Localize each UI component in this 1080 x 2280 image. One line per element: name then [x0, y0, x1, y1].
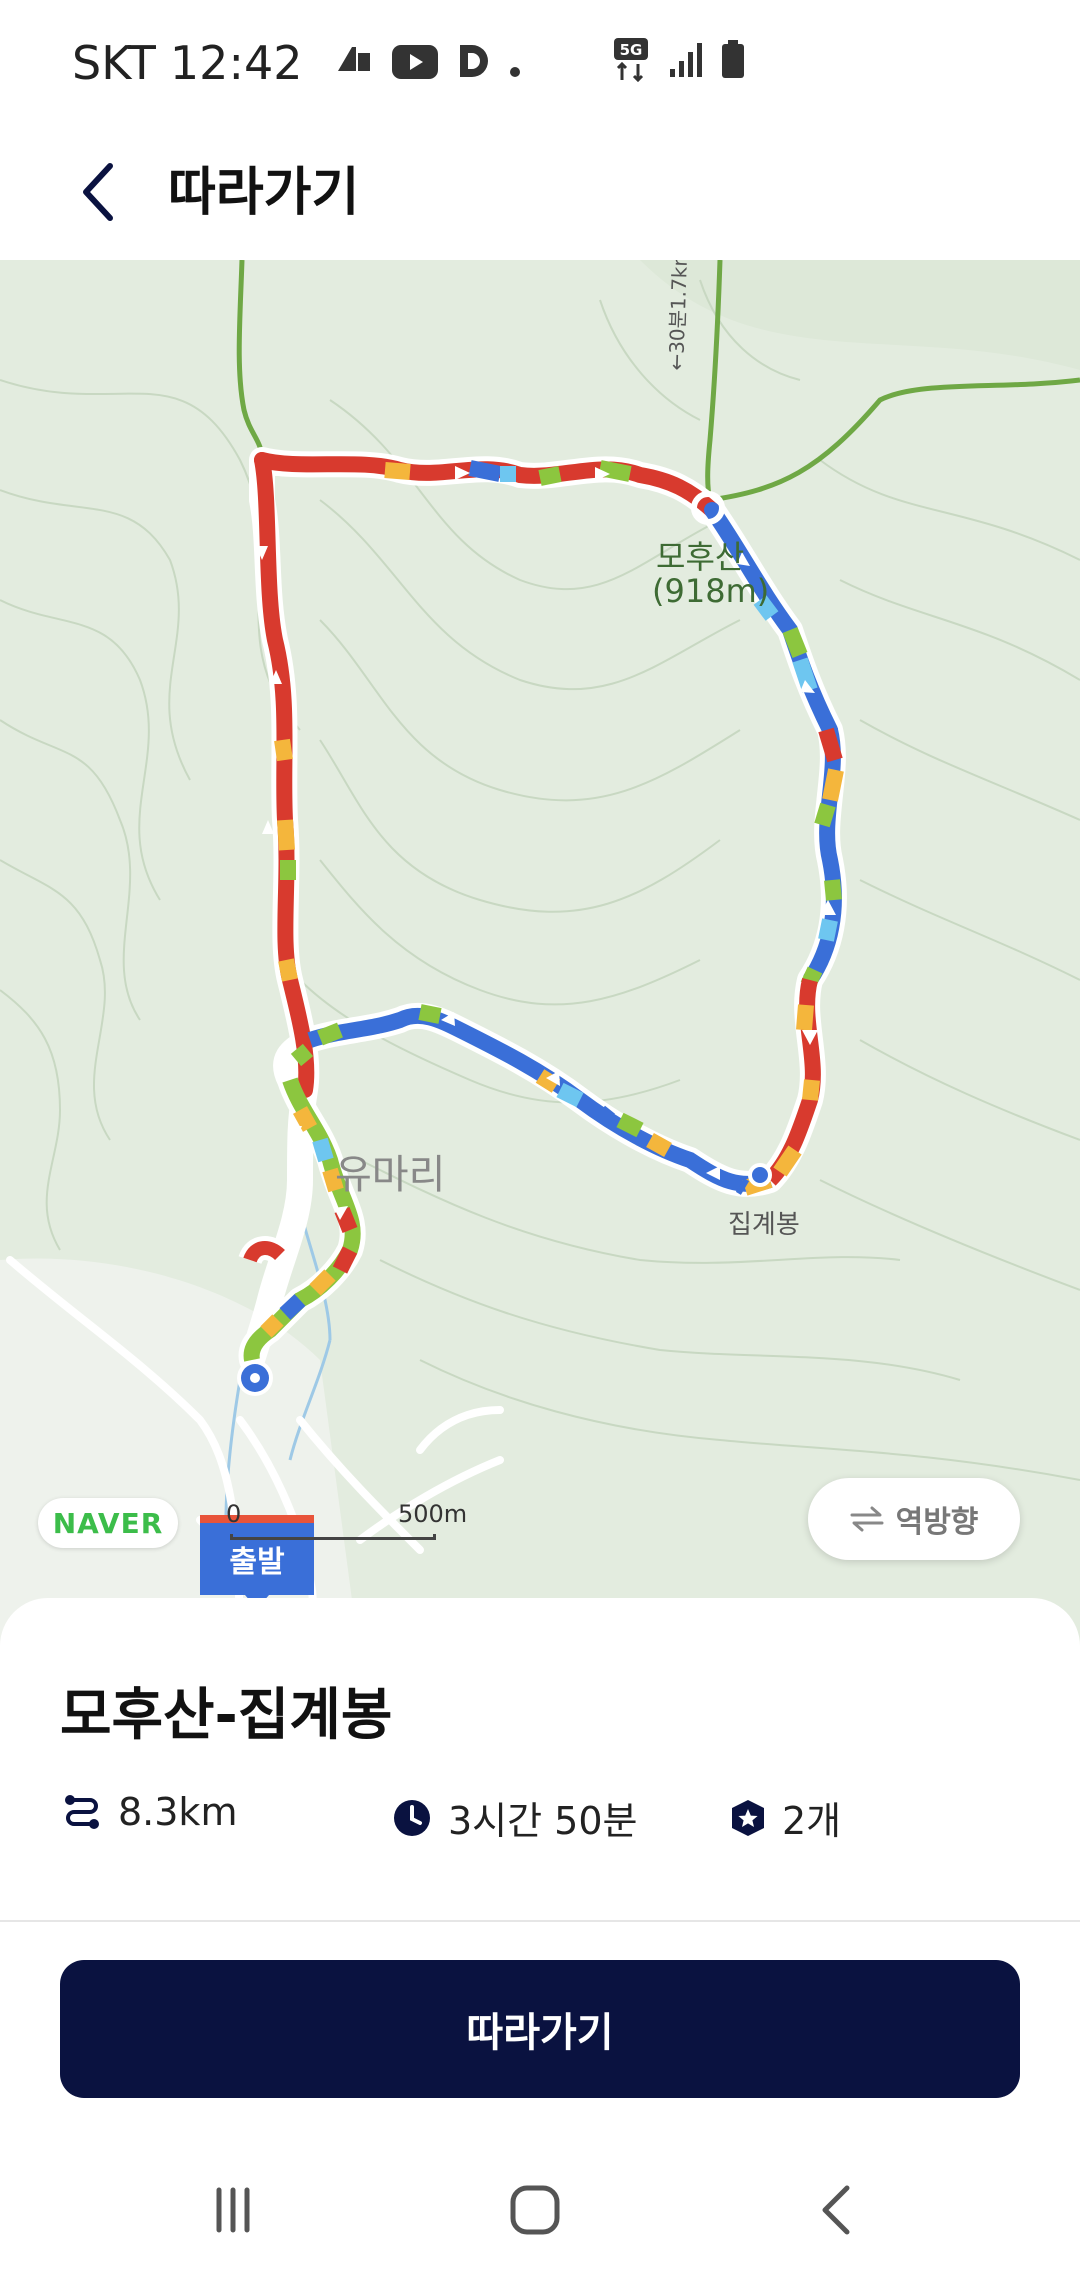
follow-button[interactable]: 따라가기: [60, 1960, 1020, 2098]
carrier-name: SKT: [72, 36, 156, 90]
status-bar: SKT 12:42 5G: [0, 0, 1080, 125]
start-marker-label[interactable]: 출발: [200, 1515, 314, 1595]
naver-logo: NAVER: [38, 1498, 178, 1548]
back-arrow-icon: [822, 2185, 850, 2235]
route-map[interactable]: 모후산 (918m) 집계봉 유마리 ←30분1.7km 출발 NAVER 0 …: [0, 260, 1080, 1660]
app-notification-icon: [334, 36, 374, 90]
distance-value: 8.3km: [118, 1790, 238, 1834]
network-5g-icon: 5G: [612, 38, 652, 86]
reverse-direction-button[interactable]: 역방향: [808, 1478, 1020, 1560]
system-back-button[interactable]: [797, 2170, 877, 2250]
map-canvas: [0, 260, 1080, 1660]
duration-value: 3시간 50분: [448, 1799, 638, 1843]
duration-stat: 3시간 50분: [392, 1790, 638, 1845]
summit-name-label: 집계봉: [728, 1210, 800, 1240]
home-button[interactable]: [495, 2170, 575, 2250]
page-title: 따라가기: [168, 163, 360, 223]
scale-end-label: 500m: [398, 1500, 468, 1528]
system-nav-bar: [0, 2140, 1080, 2280]
reverse-direction-label: 역방향: [895, 1505, 979, 1540]
badge-star-icon: [732, 1799, 764, 1836]
signal-icon: [668, 41, 704, 83]
battery-icon: [720, 40, 746, 84]
clock: 12:42: [169, 36, 303, 90]
youtube-icon: [392, 36, 439, 90]
d-app-icon: [456, 36, 490, 90]
route-icon: [65, 1795, 99, 1829]
distance-stat: 8.3km: [62, 1790, 237, 1834]
peak-elevation-label: (918m): [652, 572, 770, 610]
back-button[interactable]: [58, 152, 138, 232]
status-left: SKT 12:42: [72, 30, 522, 96]
course-stats: 8.3km 3시간 50분 2개: [62, 1790, 1022, 1850]
scale-start-label: 0: [226, 1500, 242, 1528]
checkpoint-stat: 2개: [730, 1790, 841, 1845]
recent-apps-icon: [216, 2187, 250, 2233]
more-notifications-icon: [508, 36, 522, 90]
status-right: 5G: [612, 38, 746, 86]
chevron-left-icon: [83, 163, 113, 221]
swap-arrows-icon: [850, 1506, 884, 1532]
divider: [0, 1920, 1080, 1922]
trail-distance-label: ←30분1.7km: [663, 260, 693, 371]
clock-icon: [394, 1799, 430, 1836]
app-header: 따라가기: [0, 125, 1080, 260]
scale-bar: [230, 1534, 436, 1540]
svg-text:5G: 5G: [620, 41, 643, 59]
village-name-label: 유마리: [335, 1152, 446, 1198]
notification-icons: [334, 36, 522, 90]
checkpoint-value: 2개: [782, 1799, 842, 1843]
recent-apps-button[interactable]: [193, 2170, 273, 2250]
home-icon: [510, 2185, 560, 2235]
course-title: 모후산-집계봉: [60, 1683, 393, 1748]
